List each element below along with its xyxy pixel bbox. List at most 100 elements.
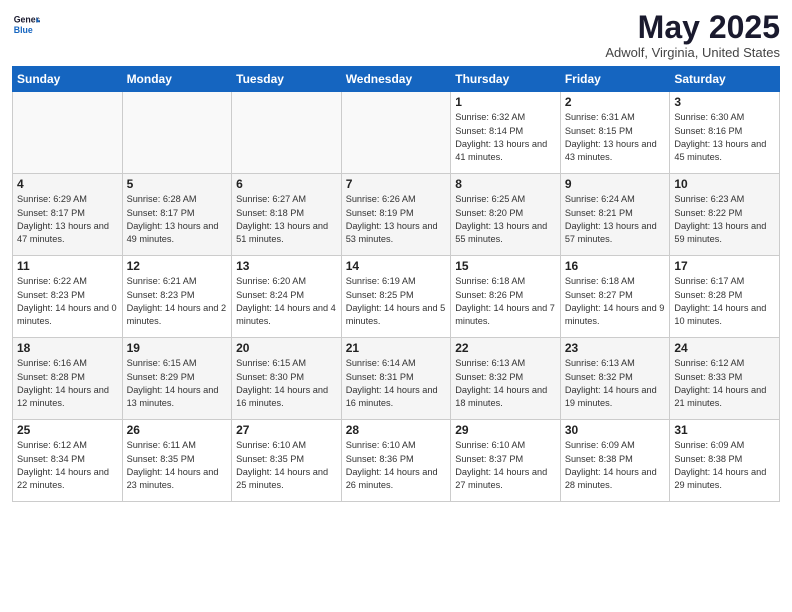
day-info: Sunrise: 6:12 AM Sunset: 8:33 PM Dayligh… (674, 357, 775, 410)
day-info: Sunrise: 6:22 AM Sunset: 8:23 PM Dayligh… (17, 275, 118, 328)
calendar-cell: 28Sunrise: 6:10 AM Sunset: 8:36 PM Dayli… (341, 420, 451, 502)
header-wednesday: Wednesday (341, 67, 451, 92)
day-info: Sunrise: 6:20 AM Sunset: 8:24 PM Dayligh… (236, 275, 337, 328)
calendar-cell (122, 92, 232, 174)
day-info: Sunrise: 6:31 AM Sunset: 8:15 PM Dayligh… (565, 111, 666, 164)
header-row: General Blue May 2025 Adwolf, Virginia, … (12, 10, 780, 60)
day-number: 8 (455, 177, 556, 191)
calendar-cell: 23 Sunrise: 6:13 AM Sunset: 8:32 PM Dayli… (560, 338, 670, 420)
day-info: Sunrise: 6:23 AM Sunset: 8:22 PM Dayligh… (674, 193, 775, 246)
day-number: 12 (127, 259, 228, 273)
day-number: 15 (455, 259, 556, 273)
day-number: 6 (236, 177, 337, 191)
day-info: Sunrise: 6:18 AM Sunset: 8:27 PM Dayligh… (565, 275, 666, 328)
day-number: 9 (565, 177, 666, 191)
day-info: Sunrise: 6:29 AM Sunset: 8:17 PM Dayligh… (17, 193, 118, 246)
day-info: Sunrise: 6:11 AM Sunset: 8:35 PM Dayligh… (127, 439, 228, 492)
day-number: 13 (236, 259, 337, 273)
calendar-cell: 25 Sunrise: 6:12 AM Sunset: 8:34 PM Dayli… (13, 420, 123, 502)
calendar-cell: 18 Sunrise: 6:16 AM Sunset: 8:28 PM Dayli… (13, 338, 123, 420)
svg-text:General: General (14, 14, 40, 24)
calendar-table: Sunday Monday Tuesday Wednesday Thursday… (12, 66, 780, 502)
calendar-cell: 24 Sunrise: 6:12 AM Sunset: 8:33 PM Dayli… (670, 338, 780, 420)
day-info: Sunrise: 6:15 AM Sunset: 8:29 PM Dayligh… (127, 357, 228, 410)
calendar-cell: 12 Sunrise: 6:21 AM Sunset: 8:23 PM Dayli… (122, 256, 232, 338)
day-info: Sunrise: 6:15 AM Sunset: 8:30 PM Dayligh… (236, 357, 337, 410)
calendar-cell: 5Sunrise: 6:28 AM Sunset: 8:17 PM Daylig… (122, 174, 232, 256)
header-friday: Friday (560, 67, 670, 92)
header-sunday: Sunday (13, 67, 123, 92)
day-info: Sunrise: 6:27 AM Sunset: 8:18 PM Dayligh… (236, 193, 337, 246)
calendar-cell: 10Sunrise: 6:23 AM Sunset: 8:22 PM Dayli… (670, 174, 780, 256)
day-number: 14 (346, 259, 447, 273)
calendar-cell (232, 92, 342, 174)
day-number: 22 (455, 341, 556, 355)
calendar-cell: 20 Sunrise: 6:15 AM Sunset: 8:30 PM Dayli… (232, 338, 342, 420)
calendar-cell: 2 Sunrise: 6:31 AM Sunset: 8:15 PM Daylig… (560, 92, 670, 174)
calendar-cell (341, 92, 451, 174)
day-info: Sunrise: 6:16 AM Sunset: 8:28 PM Dayligh… (17, 357, 118, 410)
calendar-cell: 16Sunrise: 6:18 AM Sunset: 8:27 PM Dayli… (560, 256, 670, 338)
day-number: 18 (17, 341, 118, 355)
logo: General Blue (12, 10, 40, 38)
day-info: Sunrise: 6:10 AM Sunset: 8:37 PM Dayligh… (455, 439, 556, 492)
day-info: Sunrise: 6:24 AM Sunset: 8:21 PM Dayligh… (565, 193, 666, 246)
day-number: 1 (455, 95, 556, 109)
calendar-cell: 8 Sunrise: 6:25 AM Sunset: 8:20 PM Daylig… (451, 174, 561, 256)
day-number: 24 (674, 341, 775, 355)
day-info: Sunrise: 6:12 AM Sunset: 8:34 PM Dayligh… (17, 439, 118, 492)
day-info: Sunrise: 6:13 AM Sunset: 8:32 PM Dayligh… (455, 357, 556, 410)
day-number: 27 (236, 423, 337, 437)
calendar-cell: 22 Sunrise: 6:13 AM Sunset: 8:32 PM Dayli… (451, 338, 561, 420)
calendar-week-1: 1 Sunrise: 6:32 AM Sunset: 8:14 PM Daylig… (13, 92, 780, 174)
day-number: 3 (674, 95, 775, 109)
calendar-cell: 9 Sunrise: 6:24 AM Sunset: 8:21 PM Daylig… (560, 174, 670, 256)
day-number: 30 (565, 423, 666, 437)
calendar-cell: 29Sunrise: 6:10 AM Sunset: 8:37 PM Dayli… (451, 420, 561, 502)
location: Adwolf, Virginia, United States (605, 45, 780, 60)
header-monday: Monday (122, 67, 232, 92)
day-number: 26 (127, 423, 228, 437)
calendar-cell: 27 Sunrise: 6:10 AM Sunset: 8:35 PM Dayli… (232, 420, 342, 502)
day-info: Sunrise: 6:26 AM Sunset: 8:19 PM Dayligh… (346, 193, 447, 246)
day-info: Sunrise: 6:18 AM Sunset: 8:26 PM Dayligh… (455, 275, 556, 328)
calendar-week-2: 4 Sunrise: 6:29 AM Sunset: 8:17 PM Daylig… (13, 174, 780, 256)
day-info: Sunrise: 6:21 AM Sunset: 8:23 PM Dayligh… (127, 275, 228, 328)
month-title: May 2025 (605, 10, 780, 45)
day-info: Sunrise: 6:13 AM Sunset: 8:32 PM Dayligh… (565, 357, 666, 410)
day-number: 2 (565, 95, 666, 109)
calendar-header-row: Sunday Monday Tuesday Wednesday Thursday… (13, 67, 780, 92)
calendar-cell: 30Sunrise: 6:09 AM Sunset: 8:38 PM Dayli… (560, 420, 670, 502)
day-number: 31 (674, 423, 775, 437)
day-info: Sunrise: 6:25 AM Sunset: 8:20 PM Dayligh… (455, 193, 556, 246)
svg-text:Blue: Blue (14, 25, 33, 35)
day-number: 17 (674, 259, 775, 273)
day-number: 25 (17, 423, 118, 437)
day-info: Sunrise: 6:30 AM Sunset: 8:16 PM Dayligh… (674, 111, 775, 164)
day-number: 4 (17, 177, 118, 191)
logo-icon: General Blue (12, 10, 40, 38)
day-number: 28 (346, 423, 447, 437)
day-info: Sunrise: 6:19 AM Sunset: 8:25 PM Dayligh… (346, 275, 447, 328)
day-number: 21 (346, 341, 447, 355)
day-info: Sunrise: 6:10 AM Sunset: 8:35 PM Dayligh… (236, 439, 337, 492)
day-info: Sunrise: 6:28 AM Sunset: 8:17 PM Dayligh… (127, 193, 228, 246)
day-info: Sunrise: 6:17 AM Sunset: 8:28 PM Dayligh… (674, 275, 775, 328)
calendar-cell: 19Sunrise: 6:15 AM Sunset: 8:29 PM Dayli… (122, 338, 232, 420)
calendar-week-5: 25 Sunrise: 6:12 AM Sunset: 8:34 PM Dayli… (13, 420, 780, 502)
day-number: 20 (236, 341, 337, 355)
calendar-cell: 31Sunrise: 6:09 AM Sunset: 8:38 PM Dayli… (670, 420, 780, 502)
calendar-cell: 13 Sunrise: 6:20 AM Sunset: 8:24 PM Dayli… (232, 256, 342, 338)
calendar-cell: 15 Sunrise: 6:18 AM Sunset: 8:26 PM Dayli… (451, 256, 561, 338)
calendar-cell: 17 Sunrise: 6:17 AM Sunset: 8:28 PM Dayli… (670, 256, 780, 338)
day-info: Sunrise: 6:32 AM Sunset: 8:14 PM Dayligh… (455, 111, 556, 164)
calendar-cell: 14 Sunrise: 6:19 AM Sunset: 8:25 PM Dayli… (341, 256, 451, 338)
header-tuesday: Tuesday (232, 67, 342, 92)
day-info: Sunrise: 6:14 AM Sunset: 8:31 PM Dayligh… (346, 357, 447, 410)
calendar-week-3: 11Sunrise: 6:22 AM Sunset: 8:23 PM Dayli… (13, 256, 780, 338)
calendar-cell: 3 Sunrise: 6:30 AM Sunset: 8:16 PM Daylig… (670, 92, 780, 174)
calendar-cell: 11Sunrise: 6:22 AM Sunset: 8:23 PM Dayli… (13, 256, 123, 338)
calendar-cell (13, 92, 123, 174)
calendar-cell: 21 Sunrise: 6:14 AM Sunset: 8:31 PM Dayli… (341, 338, 451, 420)
day-number: 23 (565, 341, 666, 355)
